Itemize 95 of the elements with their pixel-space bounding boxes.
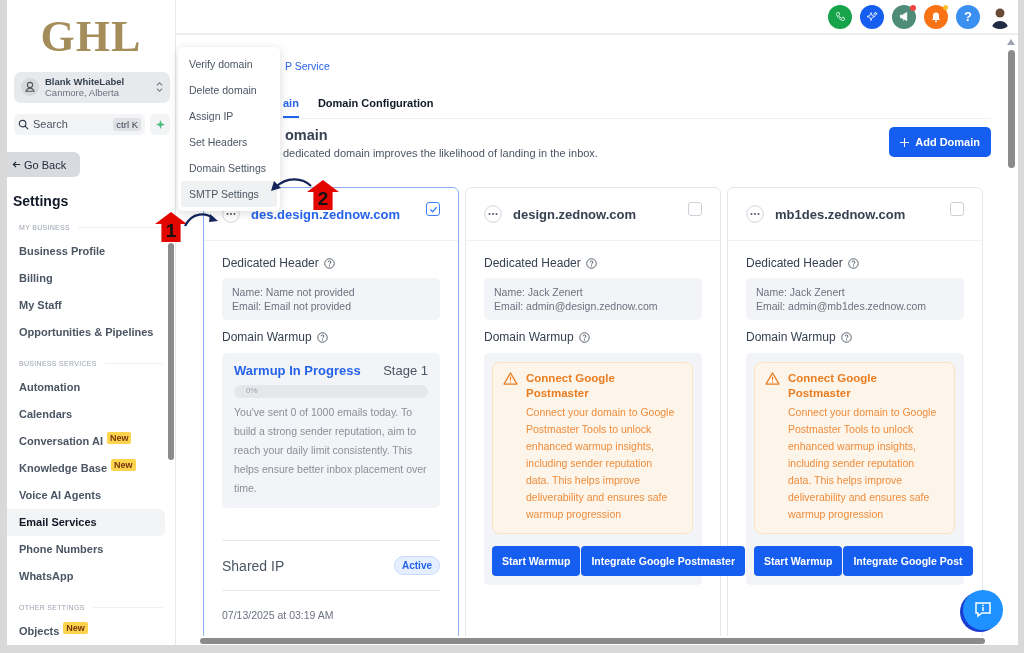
header-name: Name: Jack Zenert	[494, 286, 584, 298]
help-icon	[578, 331, 590, 343]
menu-item[interactable]: SMTP Settings	[181, 181, 277, 207]
warmup-button[interactable]: Start Warmup	[492, 546, 581, 576]
account-switcher[interactable]: Blank WhiteLabel Canmore, Alberta	[14, 72, 170, 103]
help-icon	[585, 257, 597, 269]
sidebar-item[interactable]: Opportunities & Pipelines	[7, 318, 165, 346]
settings-title: Settings	[13, 193, 70, 210]
tab[interactable]: Domain Configuration	[317, 94, 434, 118]
help-icon	[840, 331, 852, 343]
checkbox[interactable]	[688, 202, 702, 216]
warmup-status: Warmup In Progress	[234, 363, 361, 378]
search-icon	[18, 118, 29, 130]
header-name: Name: Name not provided	[232, 286, 356, 298]
section-title: Domain Warmup	[222, 330, 312, 344]
sidebar-item[interactable]: Billing	[7, 264, 165, 292]
checkbox[interactable]	[426, 202, 440, 216]
new-badge: New	[63, 621, 88, 634]
curved-arrow	[268, 176, 312, 194]
scroll-up-arrow-icon[interactable]	[1007, 39, 1015, 45]
sparkle-icon	[155, 119, 165, 129]
megaphone-icon[interactable]	[892, 4, 916, 29]
menu-item[interactable]: Domain Settings	[181, 155, 277, 181]
help-icon	[323, 257, 335, 269]
search-field[interactable]: Search ctrl K	[14, 113, 145, 135]
sidebar-item[interactable]: Voice AI Agents	[7, 481, 165, 509]
domain-name: design.zednow.com	[513, 206, 638, 222]
sparkle-button[interactable]	[150, 113, 170, 135]
arrow-left-icon	[12, 160, 21, 169]
new-badge: New	[106, 431, 132, 444]
section-title: Domain Warmup	[746, 330, 836, 344]
domain-name: mb1des.zednow.com	[775, 206, 907, 222]
bell-icon[interactable]	[924, 4, 948, 29]
warmup-stage: Stage 1	[383, 363, 428, 378]
page-description: dedicated domain improves the likelihood of landing in the inbox.	[283, 147, 598, 159]
sidebar-item[interactable]: Automation	[7, 373, 165, 401]
warmup-button[interactable]: Start Warmup	[754, 546, 843, 576]
section-title: Domain Warmup	[484, 330, 574, 344]
add-domain-button[interactable]: Add Domain	[889, 127, 991, 157]
account-location: Canmore, Alberta	[45, 87, 120, 99]
section-title: Dedicated Header	[746, 256, 843, 270]
scrollbar-thumb[interactable]	[1008, 50, 1015, 168]
sparkles-icon[interactable]	[860, 4, 884, 29]
help-icon	[316, 331, 328, 343]
logo: GHL	[39, 12, 143, 62]
scrollbar-thumb[interactable]	[200, 638, 985, 644]
status-badge: Active	[394, 556, 440, 575]
phone-icon[interactable]	[828, 4, 852, 29]
chat-icon	[973, 600, 993, 620]
section-title: Dedicated Header	[222, 256, 319, 270]
account-name: Blank WhiteLabel	[45, 76, 126, 88]
plus-icon	[900, 137, 910, 147]
menu-item[interactable]: Delete domain	[181, 77, 277, 103]
scrollbar-thumb[interactable]	[168, 243, 174, 460]
sidebar-item[interactable]: Conversation AI New	[7, 427, 165, 455]
go-back-button[interactable]: Go Back	[7, 151, 80, 178]
breadcrumb-link[interactable]: P Service	[285, 60, 991, 72]
warmup-button[interactable]: Integrate Google Post	[843, 546, 973, 576]
more-options-icon[interactable]	[484, 205, 502, 223]
sidebar-item[interactable]: Knowledge Base New	[7, 454, 165, 482]
warning-title: Connect Google Postmaster	[526, 371, 616, 401]
tab[interactable]: ain	[283, 94, 299, 118]
new-badge: New	[111, 458, 136, 471]
sidebar-item[interactable]: Email Services	[7, 508, 165, 536]
warning-text: Connect your domain to Google Postmaster Tools to unlock enhanced warmup insights, including sender reputation data. This helps improve deliverability and ensures safe warmup progression	[526, 405, 676, 522]
sidebar-item[interactable]: Calendars	[7, 400, 165, 428]
warning-title: Connect Google Postmaster	[788, 371, 878, 401]
header-email: Email: Email not provided	[232, 300, 353, 312]
warning-icon	[503, 372, 518, 385]
checkbox[interactable]	[950, 202, 964, 216]
person-icon	[21, 78, 39, 97]
header-name: Name: Jack Zenert	[756, 286, 846, 298]
section-title: Dedicated Header	[484, 256, 581, 270]
chevron-up-down-icon	[156, 81, 163, 94]
header-email: Email: admin@design.zednow.com	[494, 300, 659, 312]
checkmark-icon	[428, 204, 438, 214]
warmup-text: You've sent 0 of 1000 emails today. To build a strong sender reputation, aim to reach your daily limit consistently. This helps ensure better inbox placement over time.	[234, 405, 428, 496]
warning-text: Connect your domain to Google Postmaster Tools to unlock enhanced warmup insights, including sender reputation data. This helps improve deliverability and ensures safe warmup progression	[788, 405, 938, 522]
sidebar-item[interactable]: Objects New	[7, 617, 165, 645]
warning-icon	[765, 372, 780, 385]
menu-item[interactable]: Assign IP	[181, 103, 277, 129]
more-options-icon[interactable]	[746, 205, 764, 223]
page-heading: omain	[285, 127, 329, 143]
warmup-button[interactable]: Integrate Google Postmaster	[581, 546, 745, 576]
curved-arrow	[184, 210, 220, 228]
shared-ip-label: Shared IP	[222, 557, 285, 574]
help-icon	[847, 257, 859, 269]
menu-item[interactable]: Verify domain	[181, 51, 277, 77]
header-email: Email: admin@mb1des.zednow.com	[756, 300, 927, 312]
sidebar-item[interactable]: Phone Numbers	[7, 535, 165, 563]
sidebar-item[interactable]: My Staff	[7, 291, 165, 319]
shortcut-hint: ctrl K	[113, 117, 141, 131]
sidebar-item[interactable]: WhatsApp	[7, 562, 165, 590]
date-text: 07/13/2025 at 03:19 AM	[222, 609, 335, 621]
menu-item[interactable]: Set Headers	[181, 129, 277, 155]
